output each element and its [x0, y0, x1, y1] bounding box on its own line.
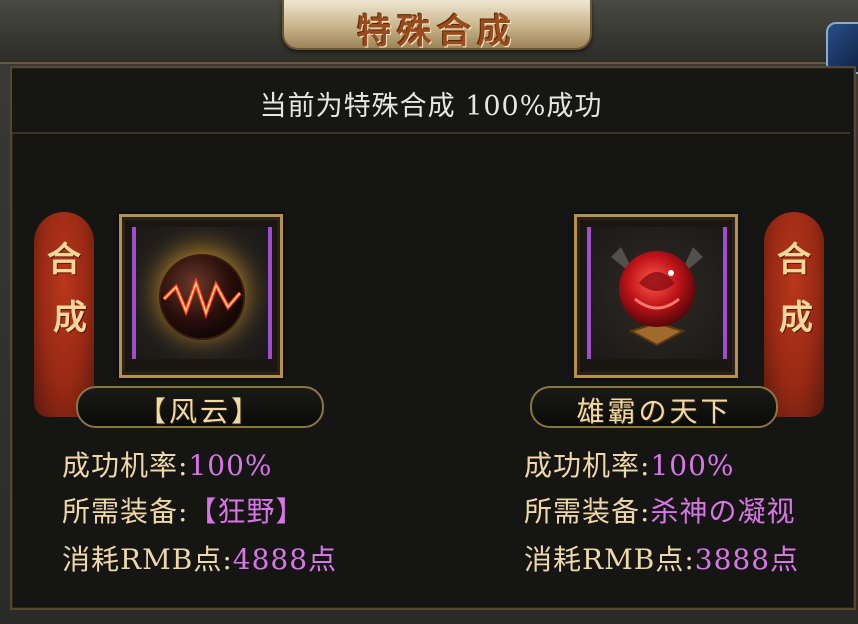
cost-line: 消耗RMB点:3888点 [524, 538, 799, 578]
fire-orb-icon [136, 227, 268, 359]
red-rose-icon [611, 247, 703, 347]
status-text: 当前为特殊合成 100%成功 [259, 91, 603, 122]
item-slot-inner [587, 227, 727, 359]
cost-value: 4888点 [232, 543, 338, 576]
cost-value: 3888点 [694, 543, 800, 576]
success-rate-label: 成功机率: [62, 449, 189, 482]
required-equipment-value: 杀神の凝视 [650, 495, 796, 528]
success-rate-label: 成功机率: [524, 449, 651, 482]
required-equipment-value: 【狂野】 [188, 495, 305, 528]
item-slot-xiongba[interactable] [574, 214, 738, 378]
success-rate-value: 100% [188, 449, 273, 482]
success-rate-value: 100% [650, 449, 735, 482]
title-plate: 特殊合成 [282, 0, 592, 52]
item-name-plate: 【风云】 [76, 386, 324, 428]
required-equipment-label: 所需装备: [62, 495, 189, 528]
cost-label: 消耗RMB点: [62, 543, 233, 576]
window-title: 特殊合成 [357, 12, 517, 52]
banner-char-top: 合 [777, 240, 811, 280]
required-equipment-line: 所需装备:杀神の凝视 [524, 490, 795, 530]
item-name: 雄霸の天下 [576, 395, 732, 428]
success-rate-line: 成功机率:100% [524, 444, 735, 484]
required-equipment-label: 所需装备: [524, 495, 651, 528]
cost-line: 消耗RMB点:4888点 [62, 538, 337, 578]
item-name-plate: 雄霸の天下 [530, 386, 778, 428]
success-rate-line: 成功机率:100% [62, 444, 273, 484]
banner-char-bottom: 成 [779, 298, 813, 338]
item-name: 【风云】 [137, 395, 262, 428]
banner-char-top: 合 [47, 240, 81, 280]
required-equipment-line: 所需装备:【狂野】 [62, 490, 304, 530]
cost-label: 消耗RMB点: [524, 543, 695, 576]
item-slot-inner [132, 227, 272, 359]
status-bar: 当前为特殊合成 100%成功 [12, 70, 850, 134]
item-slot-fengyun[interactable] [119, 214, 283, 378]
banner-char-bottom: 成 [53, 298, 87, 338]
